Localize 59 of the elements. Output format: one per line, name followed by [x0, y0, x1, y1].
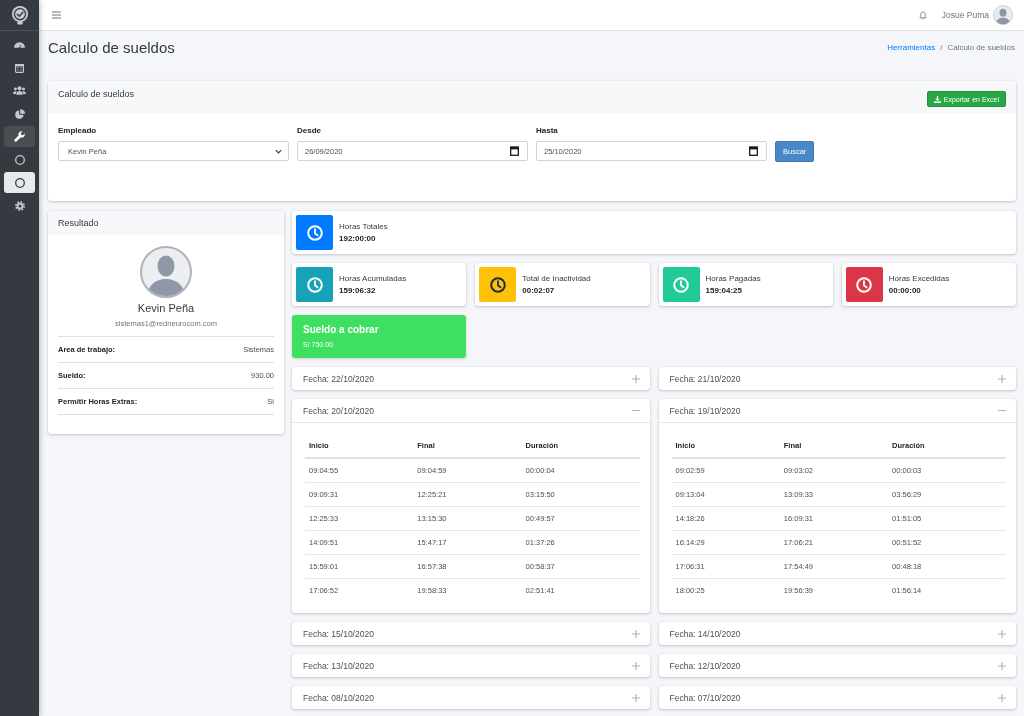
stat-value: 192:00:00	[339, 234, 377, 243]
minus-icon	[631, 409, 640, 412]
stat-value: 159:04:25	[705, 286, 743, 295]
plus-icon	[631, 374, 640, 383]
accordion-header[interactable]: Fecha: 19/10/2020	[658, 399, 1016, 423]
field-label: Hasta	[536, 126, 559, 136]
stat-value: 00:02:07	[522, 286, 556, 295]
accordion-header[interactable]: Fecha: 13/10/2020	[292, 654, 650, 677]
accordion-header[interactable]: Fecha: 12/10/2020	[658, 654, 1016, 677]
stat-value: 159:06:32	[339, 286, 377, 295]
calendar-icon	[749, 146, 758, 156]
stat-value: 00:00:00	[888, 286, 922, 295]
gauge-icon	[14, 41, 25, 48]
plus-icon	[998, 661, 1006, 670]
accordion-header[interactable]: Fecha: 14/10/2020	[658, 622, 1016, 645]
plus-icon	[631, 661, 640, 670]
user-name[interactable]: Josue Puma	[941, 10, 989, 20]
accordion-header[interactable]: Fecha: 15/10/2020	[292, 622, 650, 645]
gear-icon	[14, 200, 25, 211]
field-label: Empleado	[58, 126, 98, 136]
breadcrumb-current: Calculo de sueldos	[947, 42, 1015, 52]
plus-icon	[631, 629, 640, 638]
calendar-icon	[15, 62, 24, 73]
breadcrumb-separator: /	[939, 42, 944, 52]
accordion-header[interactable]: Fecha: 20/10/2020	[292, 399, 650, 423]
plus-icon	[998, 629, 1006, 638]
breadcrumb-link[interactable]: Herramientas	[887, 42, 936, 52]
accordion-header[interactable]: Fecha: 07/10/2020	[658, 686, 1016, 709]
stat-label: Horas Excedidas	[888, 274, 950, 283]
users-icon	[13, 86, 26, 95]
download-icon	[933, 95, 941, 103]
accordion-header[interactable]: Fecha: 21/10/2020	[658, 367, 1016, 390]
accordion-header[interactable]: Fecha: 08/10/2020	[292, 686, 650, 709]
minus-icon	[998, 409, 1006, 412]
avatar-icon	[140, 246, 192, 298]
sidebar-item[interactable]	[4, 126, 35, 147]
circle-icon	[14, 177, 25, 188]
stat-label: Horas Pagadas	[705, 274, 761, 283]
stat-label: Horas Acumuladas	[339, 274, 407, 283]
employee-name: Kevin Peña	[137, 302, 195, 314]
card-title: Calculo de sueldos	[58, 89, 135, 99]
pie-chart-icon	[14, 108, 25, 119]
wrench-icon	[14, 131, 25, 142]
plus-icon	[998, 693, 1006, 702]
stat-label: Total de Inactividad	[522, 274, 591, 283]
check-circle-icon[interactable]	[10, 5, 29, 25]
stat-label: Horas Totales	[339, 222, 388, 231]
circle-icon	[14, 154, 25, 165]
plus-icon	[998, 374, 1006, 383]
calendar-icon	[510, 146, 519, 156]
field-label: Desde	[297, 126, 322, 136]
accordion-header[interactable]: Fecha: 22/10/2020	[292, 367, 650, 390]
sidebar-item[interactable]	[4, 172, 35, 193]
avatar-icon[interactable]	[993, 5, 1013, 25]
chevron-down-icon	[275, 148, 282, 154]
salary-title: Sueldo a cobrar	[303, 324, 380, 335]
card-title: Resultado	[58, 218, 99, 228]
plus-icon	[631, 693, 640, 702]
page-title: Calculo de sueldos	[48, 38, 175, 56]
